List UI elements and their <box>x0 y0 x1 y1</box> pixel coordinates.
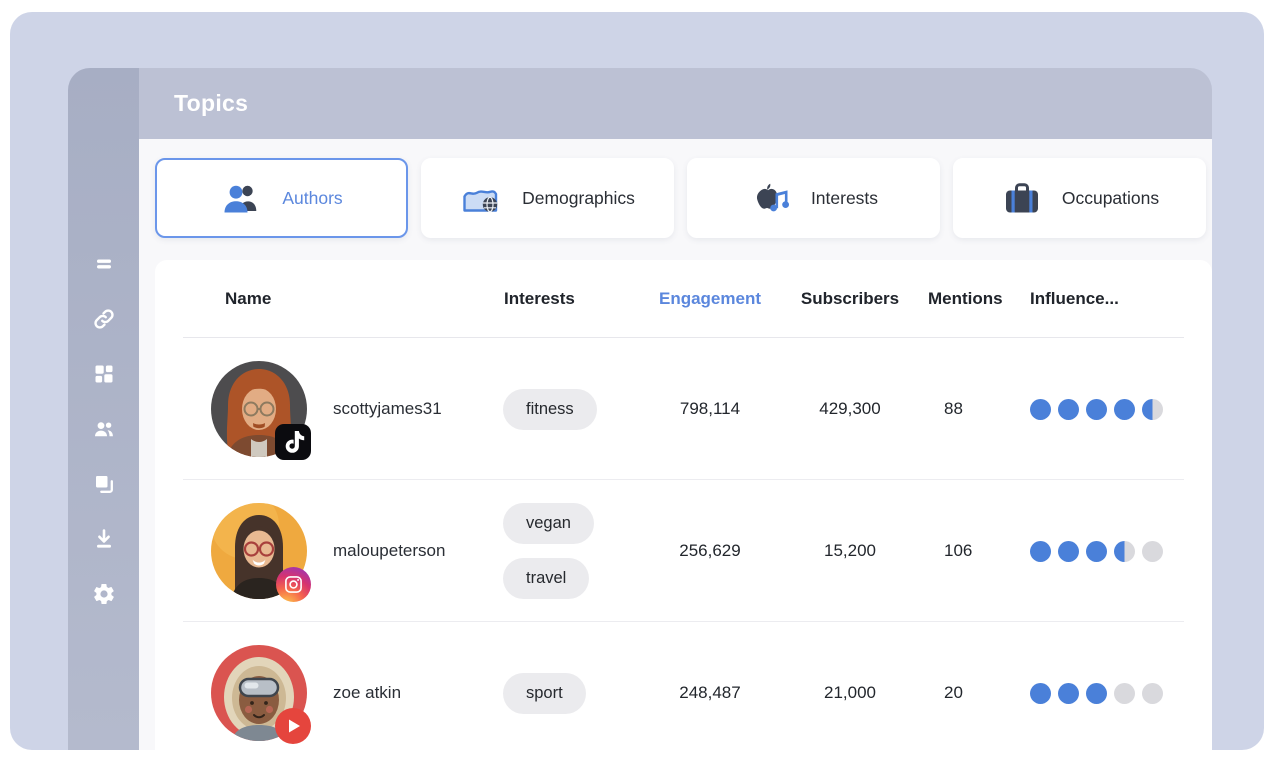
interests-apple-music-icon <box>749 180 793 216</box>
authors-table: Name Interests Engagement Subscribers Me… <box>155 260 1212 750</box>
occupations-briefcase-icon <box>1000 180 1044 216</box>
influence-rating <box>1030 399 1212 420</box>
sidebar-item-export[interactable] <box>91 526 117 552</box>
column-header-name[interactable]: Name <box>155 289 490 309</box>
youtube-badge-icon <box>275 708 311 744</box>
column-header-influence[interactable]: Influence... <box>1020 289 1212 309</box>
influence-dot <box>1058 541 1079 562</box>
engagement-value: 256,629 <box>640 541 780 561</box>
avatar <box>211 361 307 457</box>
column-header-subscribers[interactable]: Subscribers <box>780 289 920 309</box>
people-icon <box>92 417 116 441</box>
table-row[interactable]: scottyjames31 fitness 798,114 429,300 88 <box>155 338 1212 480</box>
influence-dot <box>1142 683 1163 704</box>
sidebar-item-menu[interactable] <box>91 251 117 277</box>
tab-interests[interactable]: Interests <box>687 158 940 238</box>
influence-dot <box>1030 541 1051 562</box>
table-row[interactable]: maloupeterson vegan travel 256,629 15,20… <box>155 480 1212 622</box>
content-area: Authors Demographics <box>139 139 1212 750</box>
tab-label: Authors <box>282 188 342 209</box>
tiktok-badge-icon <box>275 424 311 460</box>
sidebar-item-audience[interactable] <box>91 416 117 442</box>
author-name: maloupeterson <box>333 541 445 561</box>
influence-dot <box>1086 399 1107 420</box>
download-icon <box>92 527 116 551</box>
sidebar <box>68 68 139 750</box>
tab-label: Interests <box>811 188 878 209</box>
instagram-badge-icon <box>276 567 311 602</box>
menu-icon <box>92 252 116 276</box>
subscribers-value: 15,200 <box>780 541 920 561</box>
author-name: zoe atkin <box>333 683 401 703</box>
influence-dot <box>1030 399 1051 420</box>
tab-label: Occupations <box>1062 188 1159 209</box>
table-header-row: Name Interests Engagement Subscribers Me… <box>155 260 1212 338</box>
sidebar-item-settings[interactable] <box>91 581 117 607</box>
mentions-value: 106 <box>920 541 1020 561</box>
sidebar-item-dashboard[interactable] <box>91 361 117 387</box>
interest-tag: travel <box>503 558 589 599</box>
link-icon <box>92 307 116 331</box>
interest-tag: vegan <box>503 503 594 544</box>
page-title: Topics <box>174 90 248 117</box>
influence-dot <box>1142 399 1163 420</box>
influence-dot <box>1114 683 1135 704</box>
engagement-value: 248,487 <box>640 683 780 703</box>
tab-demographics[interactable]: Demographics <box>421 158 674 238</box>
subscribers-value: 21,000 <box>780 683 920 703</box>
avatar <box>211 645 307 741</box>
interest-tag: sport <box>503 673 586 714</box>
influence-dot <box>1058 683 1079 704</box>
sidebar-item-collections[interactable] <box>91 471 117 497</box>
app-canvas: Topics Authors <box>10 12 1264 750</box>
tab-bar: Authors Demographics <box>155 158 1206 238</box>
influence-dot <box>1086 683 1107 704</box>
subscribers-value: 429,300 <box>780 399 920 419</box>
mentions-value: 88 <box>920 399 1020 419</box>
sidebar-item-links[interactable] <box>91 306 117 332</box>
author-name: scottyjames31 <box>333 399 442 419</box>
engagement-value: 798,114 <box>640 399 780 419</box>
authors-people-icon <box>220 180 264 216</box>
window-header: Topics <box>139 68 1212 139</box>
demographics-chart-globe-icon <box>460 180 504 216</box>
column-header-engagement[interactable]: Engagement <box>640 289 780 309</box>
column-header-interests[interactable]: Interests <box>490 289 640 309</box>
influence-dot <box>1114 399 1135 420</box>
tab-occupations[interactable]: Occupations <box>953 158 1206 238</box>
influence-dot <box>1030 683 1051 704</box>
dashboard-icon <box>92 362 116 386</box>
influence-dot <box>1086 541 1107 562</box>
table-row[interactable]: zoe atkin sport 248,487 21,000 20 <box>155 622 1212 750</box>
app-window: Topics Authors <box>68 68 1212 750</box>
influence-rating <box>1030 683 1212 704</box>
tab-label: Demographics <box>522 188 635 209</box>
interest-tag: fitness <box>503 389 597 430</box>
layers-icon <box>92 472 116 496</box>
avatar <box>211 503 307 599</box>
settings-gear-icon <box>92 582 116 606</box>
mentions-value: 20 <box>920 683 1020 703</box>
influence-dot <box>1058 399 1079 420</box>
tab-authors[interactable]: Authors <box>155 158 408 238</box>
influence-dot <box>1142 541 1163 562</box>
influence-rating <box>1030 541 1212 562</box>
column-header-mentions[interactable]: Mentions <box>920 289 1020 309</box>
influence-dot <box>1114 541 1135 562</box>
